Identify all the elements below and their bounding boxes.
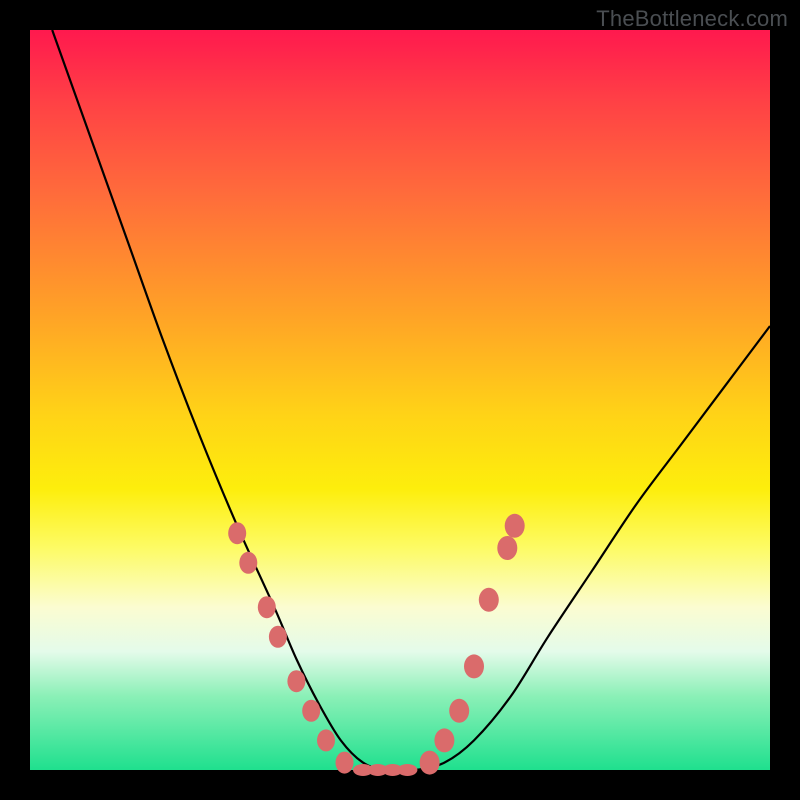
data-marker xyxy=(302,700,320,722)
data-marker xyxy=(336,752,354,774)
data-marker xyxy=(287,670,305,692)
data-marker xyxy=(269,626,287,648)
markers-ascending xyxy=(420,514,525,775)
data-marker xyxy=(479,588,499,612)
data-marker xyxy=(505,514,525,538)
markers-bottom xyxy=(353,764,417,776)
data-marker xyxy=(228,522,246,544)
data-marker xyxy=(497,536,517,560)
chart-frame: TheBottleneck.com xyxy=(0,0,800,800)
bottleneck-curve xyxy=(52,30,770,771)
data-marker xyxy=(434,728,454,752)
plot-area xyxy=(30,30,770,770)
chart-svg xyxy=(30,30,770,770)
data-marker xyxy=(258,596,276,618)
data-marker xyxy=(464,654,484,678)
data-marker xyxy=(420,751,440,775)
watermark-text: TheBottleneck.com xyxy=(596,6,788,32)
data-marker xyxy=(449,699,469,723)
data-marker xyxy=(397,764,417,776)
data-marker xyxy=(239,552,257,574)
data-marker xyxy=(317,729,335,751)
